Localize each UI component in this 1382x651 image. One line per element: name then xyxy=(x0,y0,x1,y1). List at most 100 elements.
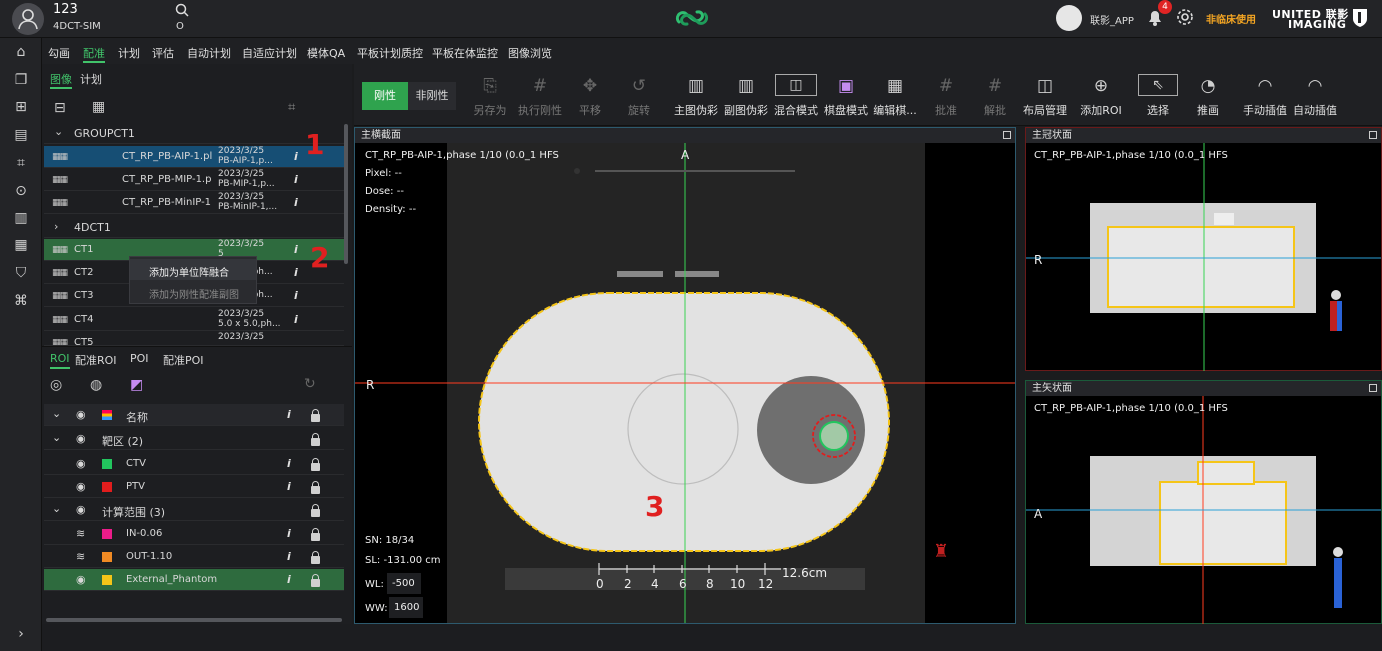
roi-row[interactable]: ≋ OUT-1.10 i xyxy=(44,546,344,568)
info-icon[interactable]: i xyxy=(294,173,298,186)
roi-row[interactable]: ◉ CTV i xyxy=(44,453,344,475)
menu-plan[interactable]: 计划 xyxy=(118,45,140,61)
roi-hscrollbar[interactable] xyxy=(46,618,342,622)
group-header[interactable]: ⌄ GROUPCT1 xyxy=(44,122,344,144)
maximize-icon[interactable] xyxy=(1369,384,1377,392)
roi-row[interactable]: ◉ PTV i xyxy=(44,476,344,498)
menu-auto-plan[interactable]: 自动计划 xyxy=(187,45,231,61)
roi-tool1-icon[interactable]: ◎ xyxy=(50,377,62,393)
tab-plan[interactable]: 计划 xyxy=(80,71,102,87)
eye-icon[interactable]: ◉ xyxy=(76,457,86,470)
maximize-icon[interactable] xyxy=(1369,131,1377,139)
ww-input[interactable]: 1600 xyxy=(389,597,423,618)
roi-row[interactable]: ≋ IN-0.06 i xyxy=(44,523,344,545)
nonrigid-toggle[interactable]: 非刚性 xyxy=(408,82,456,110)
lock-icon[interactable] xyxy=(311,433,320,446)
info-icon[interactable]: i xyxy=(294,313,298,326)
tab-reg-roi[interactable]: 配准ROI xyxy=(75,352,117,368)
image-row[interactable]: ▦▦ CT_RP_PB-MIP-1.p 2023/3/25 PB-MIP-1,p… xyxy=(44,169,344,191)
save-as-button[interactable]: ⎘ 另存为 xyxy=(472,76,508,122)
image-row[interactable]: ▦▦ CT5 2023/3/25 xyxy=(44,332,344,346)
eye-icon[interactable]: ◉ xyxy=(76,480,86,493)
user-avatar-small[interactable] xyxy=(1056,5,1082,31)
menu-phantom-qa[interactable]: 模体QA xyxy=(307,45,345,61)
lock-icon[interactable] xyxy=(311,551,320,564)
eye-icon[interactable]: ◉ xyxy=(76,573,86,586)
sagittal-image[interactable] xyxy=(1026,396,1381,624)
document-icon[interactable]: ▦ xyxy=(13,237,29,253)
info-icon[interactable]: i xyxy=(294,150,298,163)
push-draw-button[interactable]: ◔ 推画 xyxy=(1194,76,1222,122)
roi-row-selected[interactable]: ◉ External_Phantom i xyxy=(44,569,344,591)
image-row-selected[interactable]: ▦▦ CT_RP_PB-AIP-1.pl 2023/3/25 PB-AIP-1,… xyxy=(44,146,344,168)
manual-interp-button[interactable]: ◠ 手动插值 xyxy=(1242,76,1288,122)
menu-contour[interactable]: 勾画 xyxy=(48,45,70,61)
tab-roi[interactable]: ROI xyxy=(50,352,70,365)
sagittal-view[interactable]: 主矢状面 CT_RP_PB-AIP-1,phase 1/10 (0.0_1 HF… xyxy=(1025,380,1382,624)
tab-image[interactable]: 图像 xyxy=(50,71,72,87)
context-add-rigid-secondary[interactable]: 添加为刚性配准副图 xyxy=(149,286,239,301)
lock-icon[interactable] xyxy=(311,458,320,471)
fusion-settings-icon[interactable]: ⌗ xyxy=(288,100,295,115)
search-icon[interactable] xyxy=(175,3,189,17)
patient-icon[interactable]: ⊞ xyxy=(13,99,29,115)
roi-group-row[interactable]: ⌄ ◉ 计算范围 (3) xyxy=(44,499,344,521)
secondary-colormap-button[interactable]: ▥ 副图伪彩 xyxy=(723,76,769,122)
context-add-unit-fusion[interactable]: 添加为单位阵融合 xyxy=(130,259,256,280)
approve-button[interactable]: # 批准 xyxy=(932,76,960,122)
info-icon[interactable]: i xyxy=(294,243,298,256)
lock-icon[interactable] xyxy=(311,504,320,517)
translate-button[interactable]: ✥ 平移 xyxy=(576,76,604,122)
menu-panel-invivo[interactable]: 平板在体监控 xyxy=(432,45,498,61)
tab-poi[interactable]: POI xyxy=(130,352,149,365)
info-icon[interactable]: i xyxy=(287,573,291,586)
layout-manager-button[interactable]: ◫ 布局管理 xyxy=(1022,76,1068,122)
coronal-view[interactable]: 主冠状面 CT_RP_PB-AIP-1,phase 1/10 (0.0_1 HF… xyxy=(1025,127,1382,371)
axial-image[interactable] xyxy=(355,143,1015,623)
group-header[interactable]: › 4DCT1 xyxy=(44,216,344,238)
roi-tool2-icon[interactable]: ◍ xyxy=(90,377,102,393)
headset-icon[interactable]: ⊙ xyxy=(13,183,29,199)
image-row[interactable]: ▦▦ CT_RP_PB-MinIP-1 2023/3/25 PB-MinIP-1… xyxy=(44,192,344,214)
image-row[interactable]: ▦▦ CT4 2023/3/25 5.0 x 5.0,ph... i xyxy=(44,309,344,331)
add-roi-button[interactable]: ⊕ 添加ROI xyxy=(1080,76,1122,122)
menu-adaptive-plan[interactable]: 自适应计划 xyxy=(242,45,297,61)
roi-color-swatch[interactable] xyxy=(102,482,112,492)
menu-panel-plan-qc[interactable]: 平板计划质控 xyxy=(357,45,423,61)
info-icon[interactable]: i xyxy=(294,266,298,279)
info-icon[interactable]: i xyxy=(294,196,298,209)
roi-group-row[interactable]: ⌄ ◉ 靶区 (2) xyxy=(44,428,344,450)
info-icon[interactable]: i xyxy=(287,550,291,563)
shield-icon[interactable]: ⛉ xyxy=(13,265,29,281)
lock-icon[interactable] xyxy=(311,481,320,494)
info-icon[interactable]: i xyxy=(287,457,291,470)
axial-view[interactable]: 主横截面 CT_RP_PB-AIP-1,phase 1/10 (0.0_1 HF… xyxy=(354,127,1016,624)
roi-color-swatch[interactable] xyxy=(102,575,112,585)
roi-tool3-icon[interactable]: ◩ xyxy=(130,377,143,393)
eye-icon[interactable]: ◉ xyxy=(76,408,86,421)
eye-icon[interactable]: ◉ xyxy=(76,432,86,445)
menu-evaluate[interactable]: 评估 xyxy=(152,45,174,61)
expand-icon[interactable]: › xyxy=(13,626,29,642)
gear-icon[interactable] xyxy=(1176,8,1194,26)
refresh-icon[interactable]: ↻ xyxy=(304,376,316,392)
lock-icon[interactable] xyxy=(311,409,320,422)
tab-reg-poi[interactable]: 配准POI xyxy=(163,352,204,368)
stats-icon[interactable]: ▥ xyxy=(13,210,29,226)
eye-hidden-icon[interactable]: ≋ xyxy=(76,527,85,540)
roi-color-swatch[interactable] xyxy=(102,529,112,539)
schedule-icon[interactable]: ⌗ xyxy=(13,155,29,171)
roi-color-swatch[interactable] xyxy=(102,552,112,562)
home-icon[interactable]: ⌂ xyxy=(13,44,29,60)
rigid-toggle[interactable]: 刚性 xyxy=(362,82,408,110)
menu-registration[interactable]: 配准 xyxy=(83,45,105,61)
wl-input[interactable]: -500 xyxy=(387,573,421,594)
maximize-icon[interactable] xyxy=(1003,131,1011,139)
lock-icon[interactable] xyxy=(311,528,320,541)
execute-rigid-button[interactable]: # 执行刚性 xyxy=(517,76,563,122)
rotate-button[interactable]: ↺ 旋转 xyxy=(625,76,653,122)
eye-hidden-icon[interactable]: ≋ xyxy=(76,550,85,563)
apps-icon[interactable]: ⌘ xyxy=(13,293,29,309)
edit-checkerboard-button[interactable]: ▦ 编辑棋... xyxy=(872,76,918,122)
coronal-image[interactable] xyxy=(1026,143,1381,371)
